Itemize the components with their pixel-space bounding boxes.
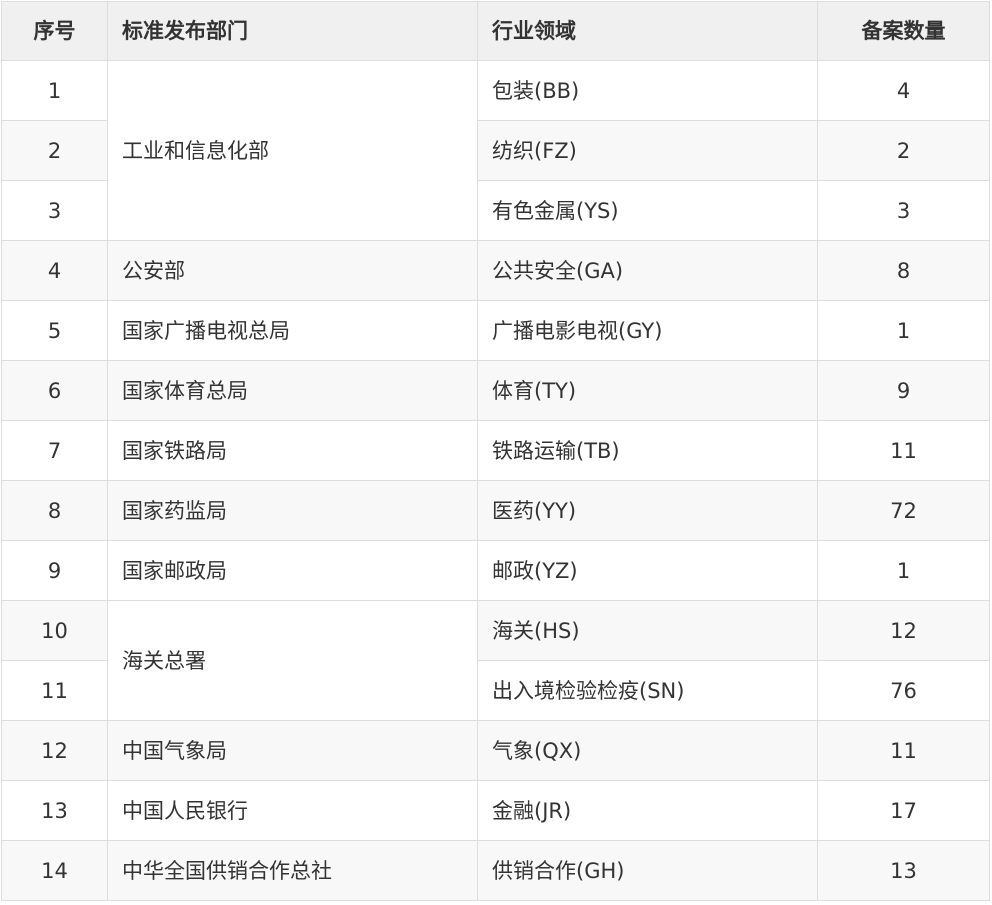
cell-filing-count: 4 bbox=[817, 60, 990, 121]
table-row: 1 工业和信息化部 包装(BB) 4 bbox=[1, 60, 990, 241]
cell-industry-field: 出入境检验检疫(SN) bbox=[477, 660, 818, 721]
cell-serial-number: 11 bbox=[1, 660, 108, 721]
table-row: 12 中国气象局 气象(QX) 11 bbox=[1, 720, 990, 781]
cell-serial-number: 13 bbox=[1, 780, 108, 841]
cell-serial-number: 9 bbox=[1, 540, 108, 601]
cell-serial-number: 12 bbox=[1, 720, 108, 781]
standards-filing-table: 序号 标准发布部门 行业领域 备案数量 1 工业和信息化部 包装(BB) 4 2… bbox=[1, 1, 990, 901]
cell-issuing-department: 国家铁路局 bbox=[107, 420, 478, 481]
cell-issuing-department: 工业和信息化部 bbox=[107, 60, 478, 241]
cell-filing-count: 9 bbox=[817, 360, 990, 421]
table-row: 5 国家广播电视总局 广播电影电视(GY) 1 bbox=[1, 300, 990, 361]
table-row: 10 海关总署 海关(HS) 12 bbox=[1, 600, 990, 721]
cell-industry-field: 供销合作(GH) bbox=[477, 840, 818, 901]
cell-serial-number: 4 bbox=[1, 240, 108, 301]
cell-industry-field: 广播电影电视(GY) bbox=[477, 300, 818, 361]
cell-filing-count: 11 bbox=[817, 420, 990, 481]
cell-industry-field: 包装(BB) bbox=[477, 60, 818, 121]
table-row: 13 中国人民银行 金融(JR) 17 bbox=[1, 780, 990, 841]
table-row: 9 国家邮政局 邮政(YZ) 1 bbox=[1, 540, 990, 601]
cell-serial-number: 7 bbox=[1, 420, 108, 481]
header-serial-number: 序号 bbox=[1, 1, 108, 61]
cell-industry-field: 海关(HS) bbox=[477, 600, 818, 661]
cell-industry-field: 金融(JR) bbox=[477, 780, 818, 841]
cell-issuing-department: 国家广播电视总局 bbox=[107, 300, 478, 361]
cell-filing-count: 72 bbox=[817, 480, 990, 541]
cell-filing-count: 2 bbox=[817, 120, 990, 181]
cell-serial-number: 1 bbox=[1, 60, 108, 121]
cell-issuing-department: 中国人民银行 bbox=[107, 780, 478, 841]
table-row: 6 国家体育总局 体育(TY) 9 bbox=[1, 360, 990, 421]
table-row: 4 公安部 公共安全(GA) 8 bbox=[1, 240, 990, 301]
cell-serial-number: 3 bbox=[1, 180, 108, 241]
cell-filing-count: 1 bbox=[817, 540, 990, 601]
cell-industry-field: 铁路运输(TB) bbox=[477, 420, 818, 481]
cell-issuing-department: 海关总署 bbox=[107, 600, 478, 721]
cell-filing-count: 13 bbox=[817, 840, 990, 901]
cell-serial-number: 10 bbox=[1, 600, 108, 661]
cell-industry-field: 邮政(YZ) bbox=[477, 540, 818, 601]
cell-industry-field: 医药(YY) bbox=[477, 480, 818, 541]
cell-issuing-department: 国家药监局 bbox=[107, 480, 478, 541]
cell-filing-count: 12 bbox=[817, 600, 990, 661]
table-row: 14 中华全国供销合作总社 供销合作(GH) 13 bbox=[1, 840, 990, 901]
header-filing-count: 备案数量 bbox=[817, 1, 990, 61]
header-industry-field: 行业领域 bbox=[477, 1, 818, 61]
cell-industry-field: 气象(QX) bbox=[477, 720, 818, 781]
cell-industry-field: 公共安全(GA) bbox=[477, 240, 818, 301]
cell-serial-number: 14 bbox=[1, 840, 108, 901]
table-row: 7 国家铁路局 铁路运输(TB) 11 bbox=[1, 420, 990, 481]
cell-issuing-department: 中华全国供销合作总社 bbox=[107, 840, 478, 901]
cell-filing-count: 8 bbox=[817, 240, 990, 301]
table-header-row: 序号 标准发布部门 行业领域 备案数量 bbox=[1, 1, 990, 61]
cell-industry-field: 纺织(FZ) bbox=[477, 120, 818, 181]
cell-filing-count: 11 bbox=[817, 720, 990, 781]
cell-filing-count: 3 bbox=[817, 180, 990, 241]
cell-issuing-department: 国家体育总局 bbox=[107, 360, 478, 421]
table-row: 8 国家药监局 医药(YY) 72 bbox=[1, 480, 990, 541]
cell-filing-count: 17 bbox=[817, 780, 990, 841]
cell-serial-number: 2 bbox=[1, 120, 108, 181]
cell-industry-field: 有色金属(YS) bbox=[477, 180, 818, 241]
cell-serial-number: 5 bbox=[1, 300, 108, 361]
cell-serial-number: 8 bbox=[1, 480, 108, 541]
cell-filing-count: 1 bbox=[817, 300, 990, 361]
cell-industry-field: 体育(TY) bbox=[477, 360, 818, 421]
cell-filing-count: 76 bbox=[817, 660, 990, 721]
cell-issuing-department: 国家邮政局 bbox=[107, 540, 478, 601]
cell-issuing-department: 中国气象局 bbox=[107, 720, 478, 781]
header-issuing-department: 标准发布部门 bbox=[107, 1, 478, 61]
cell-issuing-department: 公安部 bbox=[107, 240, 478, 301]
cell-serial-number: 6 bbox=[1, 360, 108, 421]
